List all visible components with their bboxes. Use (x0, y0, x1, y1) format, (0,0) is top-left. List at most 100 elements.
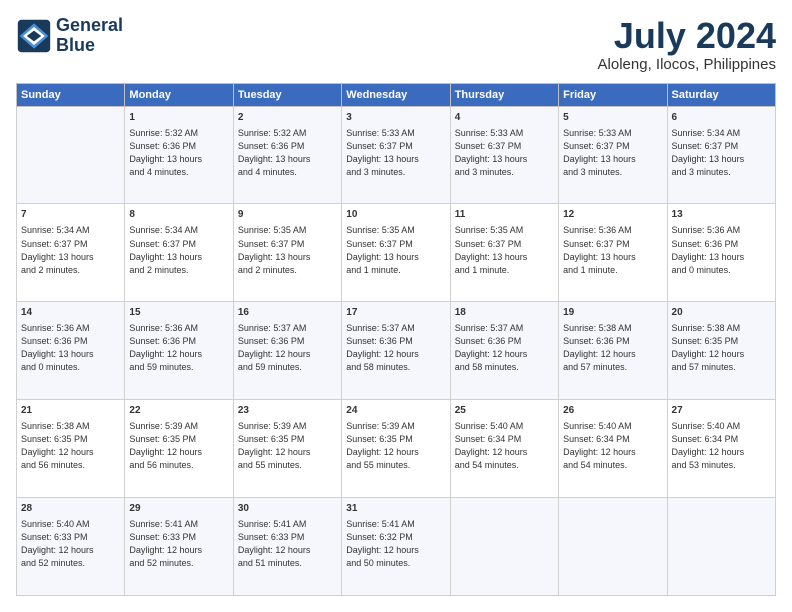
calendar-header: Sunday Monday Tuesday Wednesday Thursday… (17, 83, 776, 106)
day-number: 30 (238, 502, 337, 516)
day-info: Sunrise: 5:41 AM Sunset: 6:33 PM Dayligh… (129, 518, 228, 570)
col-thursday: Thursday (450, 83, 558, 106)
day-number: 11 (455, 208, 554, 222)
day-number: 18 (455, 306, 554, 320)
calendar-cell: 20Sunrise: 5:38 AM Sunset: 6:35 PM Dayli… (667, 302, 775, 400)
day-info: Sunrise: 5:36 AM Sunset: 6:37 PM Dayligh… (563, 224, 662, 276)
logo-line1: General (56, 16, 123, 36)
calendar-cell: 17 Sunrise: 5:37 AM Sunset: 6:36 PM Dayli… (342, 302, 450, 400)
day-info: Sunrise: 5:39 AM Sunset: 6:35 PM Dayligh… (129, 420, 228, 472)
calendar-cell: 8Sunrise: 5:34 AM Sunset: 6:37 PM Daylig… (125, 204, 233, 302)
day-number: 2 (238, 111, 337, 125)
day-number: 23 (238, 404, 337, 418)
logo: General Blue (16, 16, 123, 56)
calendar-cell: 23 Sunrise: 5:39 AM Sunset: 6:35 PM Dayli… (233, 400, 341, 498)
day-info: Sunrise: 5:35 AM Sunset: 6:37 PM Dayligh… (238, 224, 337, 276)
calendar-cell (559, 498, 667, 596)
day-number: 14 (21, 306, 120, 320)
calendar-cell: 30 Sunrise: 5:41 AM Sunset: 6:33 PM Dayli… (233, 498, 341, 596)
calendar-cell (450, 498, 558, 596)
logo-line2: Blue (56, 36, 123, 56)
calendar-cell: 4 Sunrise: 5:33 AM Sunset: 6:37 PM Daylig… (450, 106, 558, 204)
col-wednesday: Wednesday (342, 83, 450, 106)
day-number: 1 (129, 111, 228, 125)
day-number: 26 (563, 404, 662, 418)
calendar-week-4: 21Sunrise: 5:38 AM Sunset: 6:35 PM Dayli… (17, 400, 776, 498)
calendar-cell: 25 Sunrise: 5:40 AM Sunset: 6:34 PM Dayli… (450, 400, 558, 498)
day-number: 21 (21, 404, 120, 418)
calendar-cell: 28Sunrise: 5:40 AM Sunset: 6:33 PM Dayli… (17, 498, 125, 596)
calendar-cell: 6 Sunrise: 5:34 AM Sunset: 6:37 PM Daylig… (667, 106, 775, 204)
day-number: 27 (672, 404, 771, 418)
calendar-body: 1 Sunrise: 5:32 AM Sunset: 6:36 PM Daylig… (17, 106, 776, 595)
day-number: 5 (563, 111, 662, 125)
day-info: Sunrise: 5:38 AM Sunset: 6:36 PM Dayligh… (563, 322, 662, 374)
day-number: 19 (563, 306, 662, 320)
day-info: Sunrise: 5:33 AM Sunset: 6:37 PM Dayligh… (455, 127, 554, 179)
day-info: Sunrise: 5:37 AM Sunset: 6:36 PM Dayligh… (455, 322, 554, 374)
col-saturday: Saturday (667, 83, 775, 106)
subtitle: Aloleng, Ilocos, Philippines (598, 56, 776, 73)
calendar-cell: 5 Sunrise: 5:33 AM Sunset: 6:37 PM Daylig… (559, 106, 667, 204)
calendar-cell: 9Sunrise: 5:35 AM Sunset: 6:37 PM Daylig… (233, 204, 341, 302)
day-number: 15 (129, 306, 228, 320)
day-info: Sunrise: 5:40 AM Sunset: 6:34 PM Dayligh… (455, 420, 554, 472)
day-info: Sunrise: 5:32 AM Sunset: 6:36 PM Dayligh… (238, 127, 337, 179)
col-sunday: Sunday (17, 83, 125, 106)
calendar-cell: 26 Sunrise: 5:40 AM Sunset: 6:34 PM Dayli… (559, 400, 667, 498)
day-number: 17 (346, 306, 445, 320)
main-title: July 2024 (598, 16, 776, 56)
day-info: Sunrise: 5:35 AM Sunset: 6:37 PM Dayligh… (346, 224, 445, 276)
col-friday: Friday (559, 83, 667, 106)
day-number: 13 (672, 208, 771, 222)
day-info: Sunrise: 5:40 AM Sunset: 6:33 PM Dayligh… (21, 518, 120, 570)
calendar-week-2: 7 Sunrise: 5:34 AM Sunset: 6:37 PM Daylig… (17, 204, 776, 302)
calendar-table: Sunday Monday Tuesday Wednesday Thursday… (16, 83, 776, 596)
day-info: Sunrise: 5:38 AM Sunset: 6:35 PM Dayligh… (672, 322, 771, 374)
day-info: Sunrise: 5:41 AM Sunset: 6:33 PM Dayligh… (238, 518, 337, 570)
day-info: Sunrise: 5:35 AM Sunset: 6:37 PM Dayligh… (455, 224, 554, 276)
calendar-cell: 31Sunrise: 5:41 AM Sunset: 6:32 PM Dayli… (342, 498, 450, 596)
calendar-cell: 1 Sunrise: 5:32 AM Sunset: 6:36 PM Daylig… (125, 106, 233, 204)
day-info: Sunrise: 5:36 AM Sunset: 6:36 PM Dayligh… (672, 224, 771, 276)
calendar-cell: 12 Sunrise: 5:36 AM Sunset: 6:37 PM Dayli… (559, 204, 667, 302)
day-info: Sunrise: 5:39 AM Sunset: 6:35 PM Dayligh… (346, 420, 445, 472)
calendar-week-3: 14 Sunrise: 5:36 AM Sunset: 6:36 PM Dayli… (17, 302, 776, 400)
day-info: Sunrise: 5:32 AM Sunset: 6:36 PM Dayligh… (129, 127, 228, 179)
day-info: Sunrise: 5:33 AM Sunset: 6:37 PM Dayligh… (563, 127, 662, 179)
day-number: 4 (455, 111, 554, 125)
day-number: 12 (563, 208, 662, 222)
day-number: 7 (21, 208, 120, 222)
header-row: Sunday Monday Tuesday Wednesday Thursday… (17, 83, 776, 106)
day-info: Sunrise: 5:34 AM Sunset: 6:37 PM Dayligh… (672, 127, 771, 179)
calendar-cell: 15 Sunrise: 5:36 AM Sunset: 6:36 PM Dayli… (125, 302, 233, 400)
day-number: 16 (238, 306, 337, 320)
day-info: Sunrise: 5:41 AM Sunset: 6:32 PM Dayligh… (346, 518, 445, 570)
day-info: Sunrise: 5:40 AM Sunset: 6:34 PM Dayligh… (563, 420, 662, 472)
calendar-cell: 19 Sunrise: 5:38 AM Sunset: 6:36 PM Dayli… (559, 302, 667, 400)
day-info: Sunrise: 5:34 AM Sunset: 6:37 PM Dayligh… (129, 224, 228, 276)
calendar-week-5: 28Sunrise: 5:40 AM Sunset: 6:33 PM Dayli… (17, 498, 776, 596)
day-number: 29 (129, 502, 228, 516)
page: General Blue July 2024 Aloleng, Ilocos, … (0, 0, 792, 612)
day-number: 6 (672, 111, 771, 125)
calendar-cell: 27 Sunrise: 5:40 AM Sunset: 6:34 PM Dayli… (667, 400, 775, 498)
calendar-cell: 22Sunrise: 5:39 AM Sunset: 6:35 PM Dayli… (125, 400, 233, 498)
calendar-cell: 24 Sunrise: 5:39 AM Sunset: 6:35 PM Dayli… (342, 400, 450, 498)
day-info: Sunrise: 5:37 AM Sunset: 6:36 PM Dayligh… (238, 322, 337, 374)
day-info: Sunrise: 5:39 AM Sunset: 6:35 PM Dayligh… (238, 420, 337, 472)
col-tuesday: Tuesday (233, 83, 341, 106)
day-info: Sunrise: 5:40 AM Sunset: 6:34 PM Dayligh… (672, 420, 771, 472)
day-number: 10 (346, 208, 445, 222)
day-info: Sunrise: 5:37 AM Sunset: 6:36 PM Dayligh… (346, 322, 445, 374)
logo-icon (16, 18, 52, 54)
title-block: July 2024 Aloleng, Ilocos, Philippines (598, 16, 776, 73)
calendar-cell: 2 Sunrise: 5:32 AM Sunset: 6:36 PM Daylig… (233, 106, 341, 204)
day-number: 24 (346, 404, 445, 418)
day-number: 3 (346, 111, 445, 125)
col-monday: Monday (125, 83, 233, 106)
calendar-cell: 16 Sunrise: 5:37 AM Sunset: 6:36 PM Dayli… (233, 302, 341, 400)
day-info: Sunrise: 5:36 AM Sunset: 6:36 PM Dayligh… (129, 322, 228, 374)
calendar-cell (17, 106, 125, 204)
day-number: 25 (455, 404, 554, 418)
